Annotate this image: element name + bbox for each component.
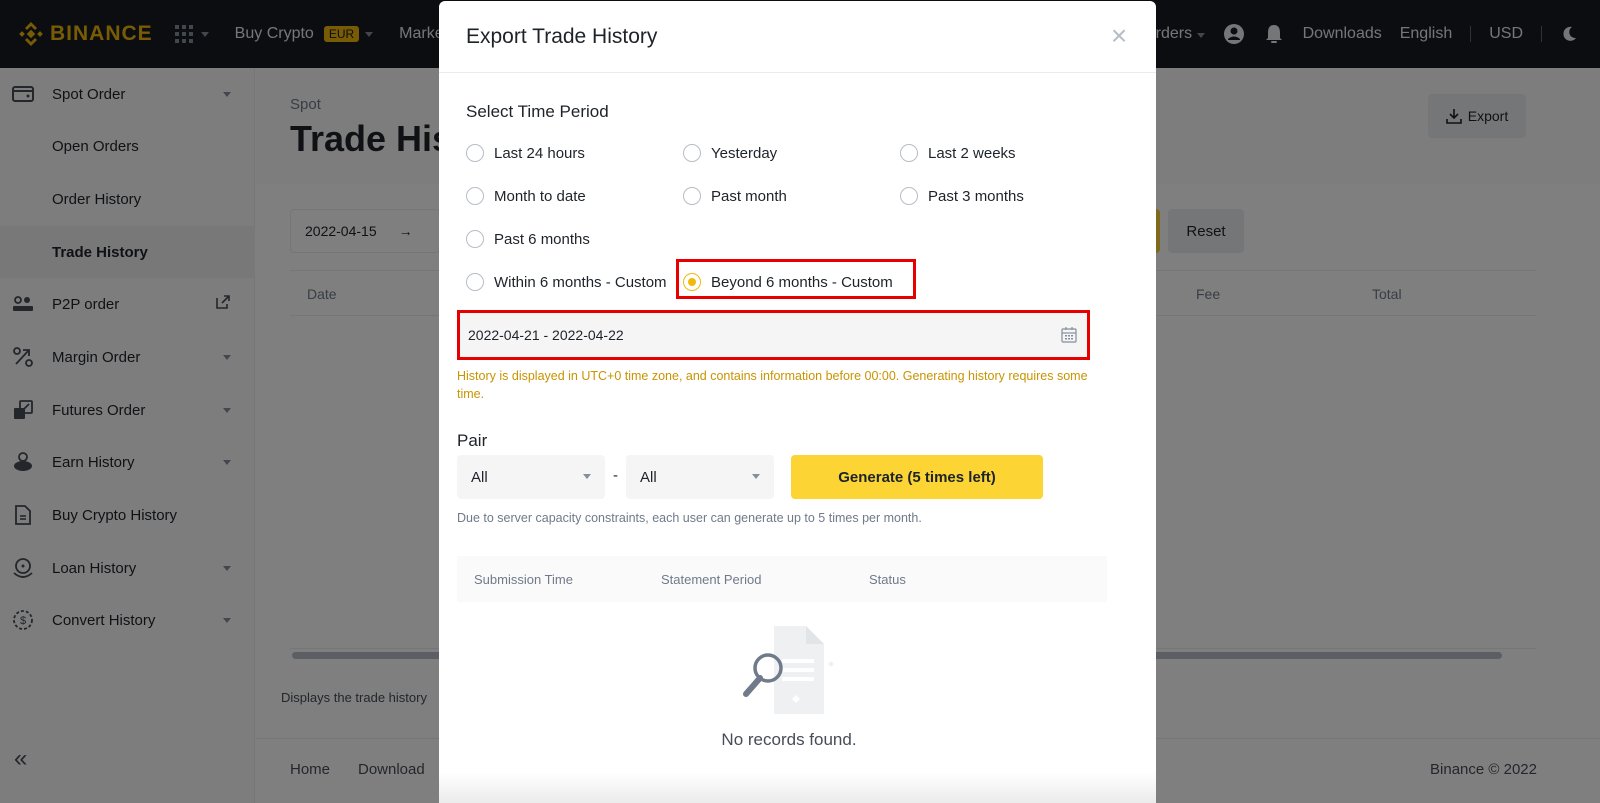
radio-label: Past 3 months xyxy=(928,187,1024,205)
radio-circle xyxy=(466,273,484,291)
radio-month-to-date[interactable]: Month to date xyxy=(466,187,586,205)
export-modal: Export Trade History × Select Time Perio… xyxy=(439,1,1156,803)
radio-within-6-months-custom[interactable]: Within 6 months - Custom xyxy=(466,273,667,291)
radio-label: Last 2 weeks xyxy=(928,144,1016,162)
radio-circle-selected xyxy=(683,273,701,291)
pair-quote-select[interactable]: All xyxy=(626,455,774,499)
chevron-down-icon xyxy=(752,474,760,479)
radio-label: Within 6 months - Custom xyxy=(494,273,667,291)
radio-yesterday[interactable]: Yesterday xyxy=(683,144,777,162)
radio-label: Yesterday xyxy=(711,144,778,162)
radio-past-6-months[interactable]: Past 6 months xyxy=(466,230,590,248)
pair-label: Pair xyxy=(457,431,488,450)
column-submission-time: Submission Time xyxy=(474,572,573,587)
radio-circle xyxy=(900,144,918,162)
column-status: Status xyxy=(869,572,906,587)
radio-beyond-6-months-custom[interactable]: Beyond 6 months - Custom xyxy=(683,273,893,291)
radio-label: Beyond 6 months - Custom xyxy=(711,273,893,291)
scroll-fade xyxy=(439,773,1156,803)
capacity-note: Due to server capacity constraints, each… xyxy=(457,511,922,525)
calendar-icon[interactable] xyxy=(1061,326,1077,343)
empty-state-text: No records found. xyxy=(721,730,857,749)
pair-quote-value: All xyxy=(640,468,657,486)
pair-base-select[interactable]: All xyxy=(457,455,605,499)
no-records-illustration-icon xyxy=(743,626,834,714)
timezone-warning: History is displayed in UTC+0 time zone,… xyxy=(457,369,1088,401)
radio-circle xyxy=(683,187,701,205)
radio-label: Month to date xyxy=(494,187,586,205)
date-range-input[interactable]: 2022-04-21 - 2022-04-22 xyxy=(460,313,1087,357)
modal-title: Export Trade History xyxy=(466,25,658,48)
chevron-down-icon xyxy=(583,474,591,479)
radio-label: Past month xyxy=(711,187,787,205)
radio-last-2-weeks[interactable]: Last 2 weeks xyxy=(900,144,1016,162)
radio-circle xyxy=(466,230,484,248)
close-icon[interactable]: × xyxy=(1106,22,1132,50)
radio-past-3-months[interactable]: Past 3 months xyxy=(900,187,1024,205)
date-range-value: 2022-04-21 - 2022-04-22 xyxy=(468,327,624,343)
radio-label: Last 24 hours xyxy=(494,144,585,162)
radio-last-24-hours[interactable]: Last 24 hours xyxy=(466,144,585,162)
modal-header: Export Trade History × xyxy=(439,1,1156,73)
radio-circle xyxy=(466,144,484,162)
pair-separator: - xyxy=(613,467,618,484)
radio-circle xyxy=(683,144,701,162)
pair-base-value: All xyxy=(471,468,488,486)
radio-label: Past 6 months xyxy=(494,230,590,248)
column-statement-period: Statement Period xyxy=(661,572,762,587)
results-table-header: Submission Time Statement Period Status xyxy=(457,556,1107,602)
time-period-label: Select Time Period xyxy=(466,102,609,121)
radio-past-month[interactable]: Past month xyxy=(683,187,787,205)
generate-button[interactable]: Generate (5 times left) xyxy=(791,455,1043,499)
empty-state xyxy=(709,621,869,721)
radio-circle xyxy=(900,187,918,205)
radio-circle xyxy=(466,187,484,205)
